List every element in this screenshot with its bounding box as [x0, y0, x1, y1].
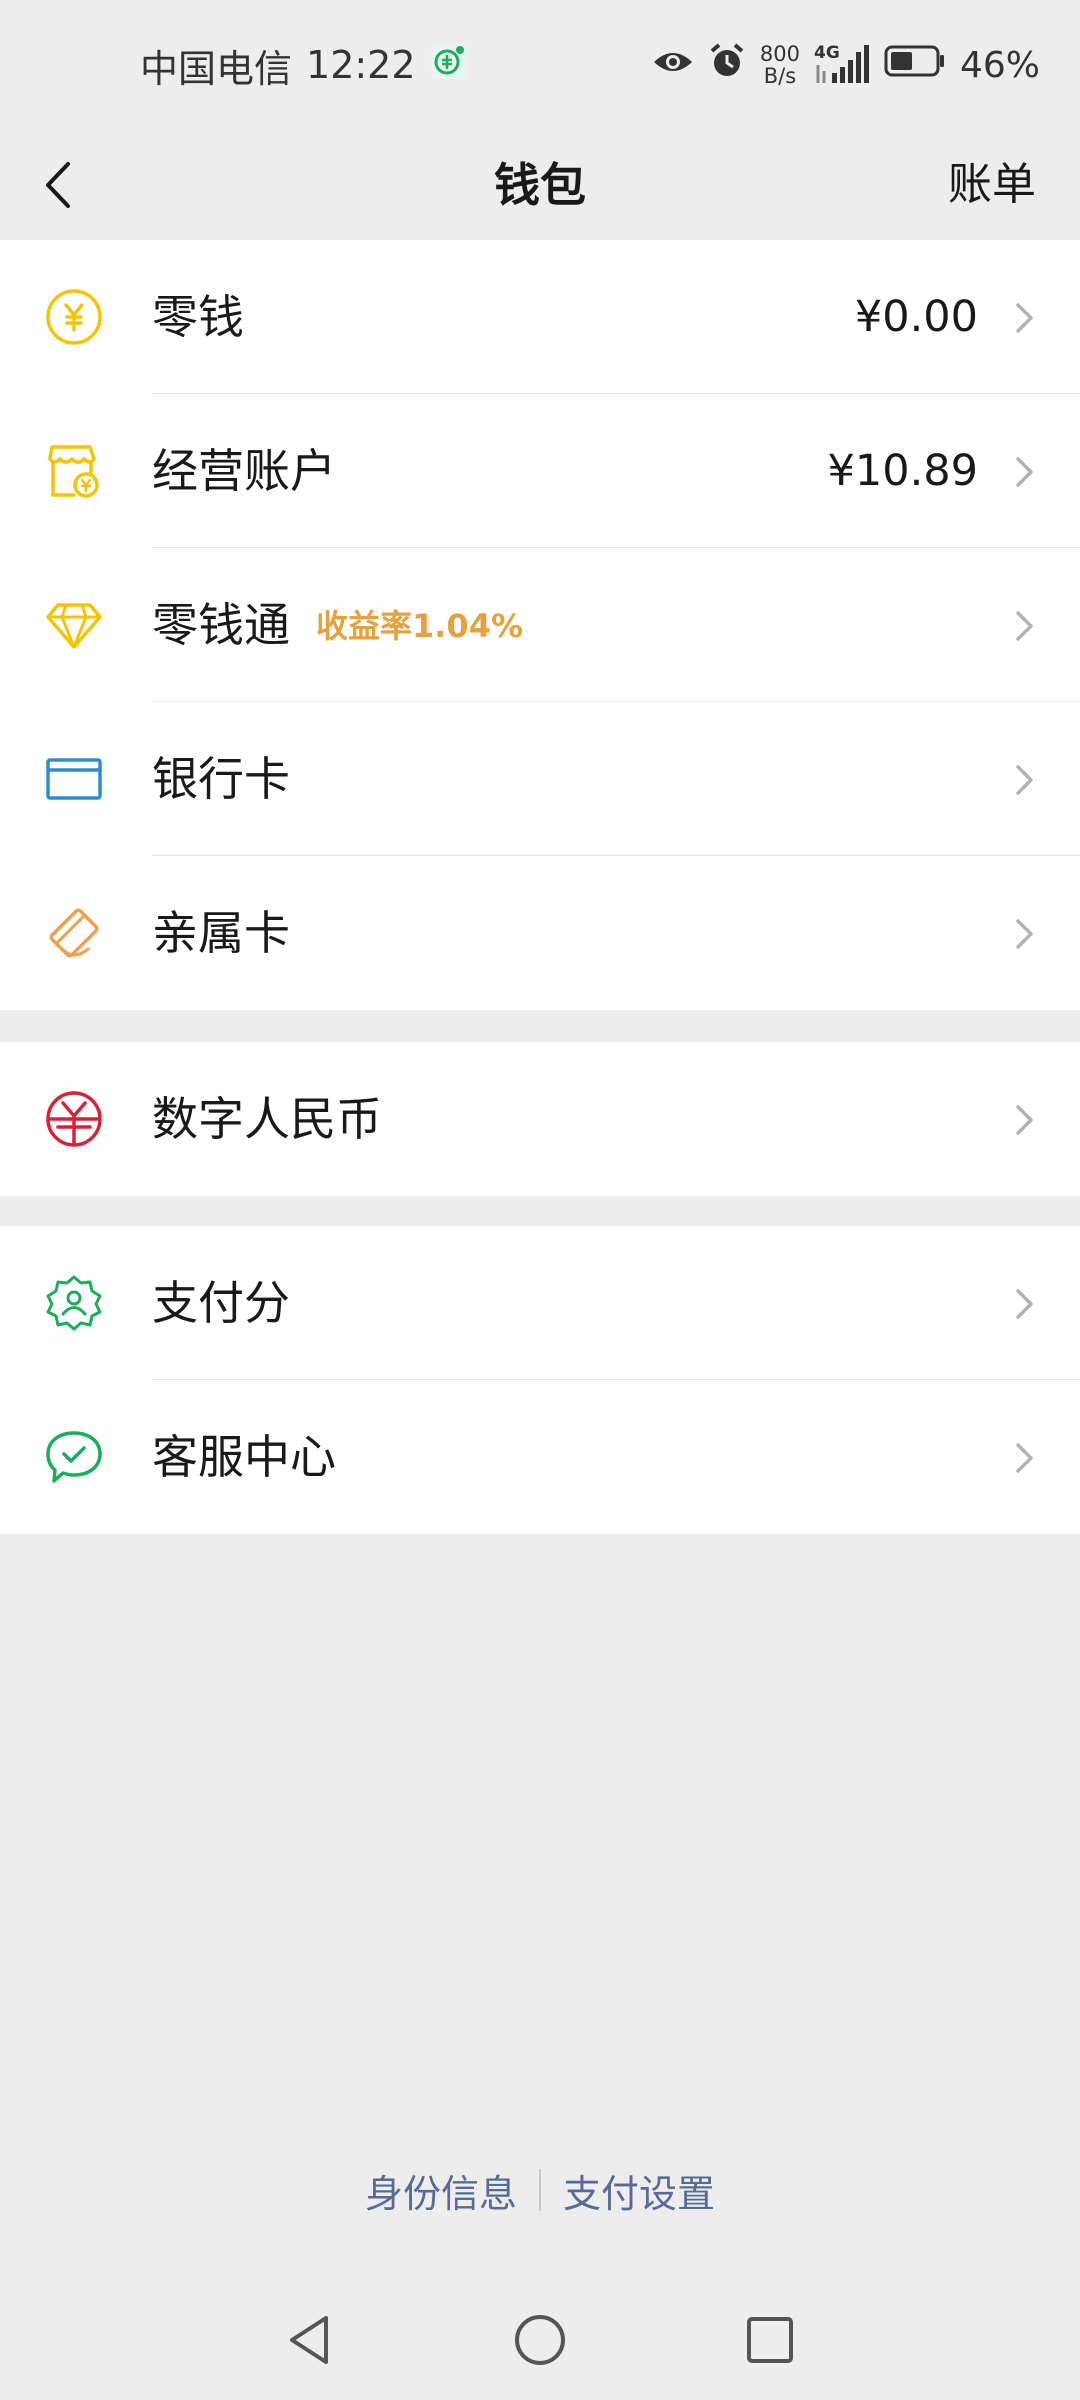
chevron-right-icon [1016, 1443, 1033, 1473]
app-notification-icon [430, 42, 468, 89]
network-speed: 800 B/s [760, 43, 800, 87]
customer-service-icon [46, 1431, 102, 1483]
diamond-icon [46, 603, 102, 649]
row-label: 客服中心 [152, 1430, 336, 1484]
chevron-left-icon [46, 162, 70, 208]
chevron-right-icon [1016, 303, 1033, 333]
pay-score-icon [46, 1275, 102, 1331]
list-item-family-card[interactable]: 亲属卡 [0, 856, 1080, 1010]
bank-card-icon [46, 758, 102, 800]
status-left: 中国电信 12:22 [140, 40, 468, 91]
alarm-icon [708, 42, 746, 89]
service-group: 支付分 客服中心 [0, 1226, 1080, 1534]
list-item-bank-card[interactable]: 银行卡 [0, 702, 1080, 856]
back-triangle-icon[interactable] [280, 2310, 340, 2370]
net-speed-unit: B/s [763, 64, 797, 88]
list-item-lingqiantong[interactable]: 零钱通 收益率1.04% [0, 548, 1080, 702]
status-right: 800 B/s 4G 46% [652, 40, 1040, 90]
row-label: 经营账户 [152, 444, 336, 498]
shop-account-icon [48, 445, 99, 498]
carrier-name: 中国电信 [140, 46, 293, 91]
row-label: 数字人民币 [152, 1092, 382, 1146]
bill-button[interactable]: 账单 [948, 130, 1036, 240]
footer-links: 身份信息 支付设置 [0, 2160, 1080, 2220]
wallet-assets-group: 零钱 ¥0.00 经营账户 ¥10.89 零钱通 收益率1.04% 银行卡 亲属… [0, 240, 1080, 1010]
chevron-right-icon [1016, 919, 1033, 949]
digital-rmb-icon [46, 1091, 102, 1147]
eye-comfort-icon [652, 45, 694, 86]
yield-rate-badge: 收益率1.04% [316, 607, 524, 645]
row-label: 零钱 [152, 290, 244, 344]
identity-info-link[interactable]: 身份信息 [365, 2163, 517, 2218]
family-card-icon [49, 908, 99, 958]
footer-separator [539, 2169, 541, 2211]
business-balance: ¥10.89 [827, 446, 978, 496]
digital-rmb-group: 数字人民币 [0, 1042, 1080, 1196]
battery-percent: 46% [959, 44, 1040, 86]
chevron-right-icon [1016, 457, 1033, 487]
pay-settings-link[interactable]: 支付设置 [563, 2163, 715, 2218]
list-item-customer-service[interactable]: 客服中心 [0, 1380, 1080, 1534]
row-label: 亲属卡 [152, 906, 290, 960]
change-balance: ¥0.00 [854, 292, 978, 342]
lingqiantong-label: 零钱通 [152, 598, 290, 652]
page-title: 钱包 [494, 158, 586, 212]
row-label: 银行卡 [152, 752, 290, 806]
chevron-right-icon [1016, 765, 1033, 795]
back-button[interactable] [24, 152, 90, 218]
list-item-pay-score[interactable]: 支付分 [0, 1226, 1080, 1380]
system-navigation-bar [0, 2290, 1080, 2390]
list-item-change[interactable]: 零钱 ¥0.00 [0, 240, 1080, 394]
nav-bar: 钱包 账单 [0, 130, 1080, 240]
signal-icon: 4G [814, 43, 870, 87]
chevron-right-icon [1016, 1289, 1033, 1319]
chevron-right-icon [1016, 1105, 1033, 1135]
clock: 12:22 [306, 43, 416, 87]
chevron-right-icon [1016, 611, 1033, 641]
battery-icon [884, 45, 946, 86]
list-item-digital-rmb[interactable]: 数字人民币 [0, 1042, 1080, 1196]
recents-square-icon[interactable] [740, 2310, 800, 2370]
status-bar: 中国电信 12:22 800 B/s 4G 46% [0, 0, 1080, 130]
net-speed-value: 800 [759, 42, 800, 66]
yuan-coin-icon [46, 289, 102, 345]
row-label: 零钱通 收益率1.04% [152, 548, 523, 702]
list-item-business-account[interactable]: 经营账户 ¥10.89 [0, 394, 1080, 548]
row-label: 支付分 [152, 1276, 290, 1330]
home-circle-icon[interactable] [510, 2310, 570, 2370]
